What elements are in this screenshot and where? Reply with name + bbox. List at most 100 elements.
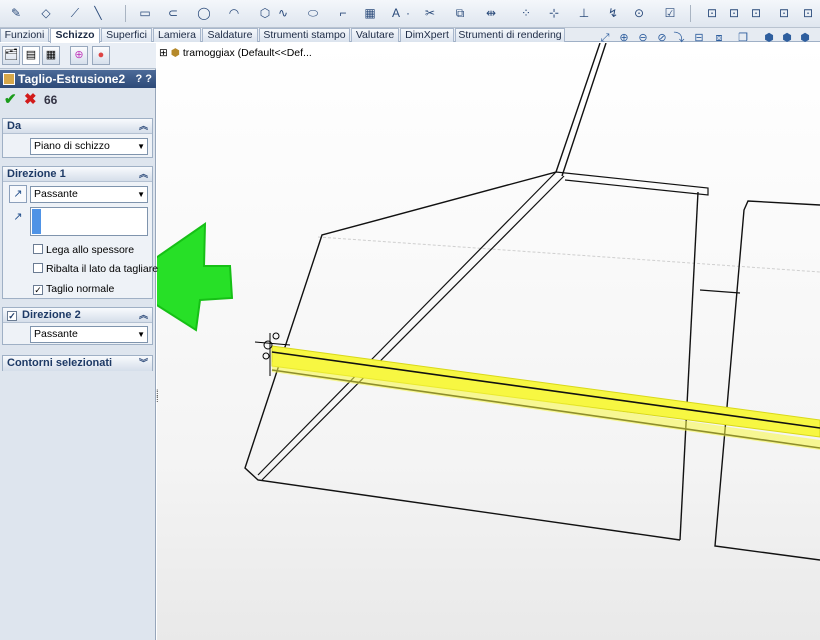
part-name: tramoggiax (Default<<Def...: [182, 47, 312, 59]
contorni-header[interactable]: Contorni selezionati ︾: [3, 356, 152, 371]
tab-lamiera[interactable]: Lamiera: [153, 28, 201, 42]
shaded-sketch-icon[interactable]: ⊡: [726, 5, 742, 21]
direzione1-header[interactable]: Direzione 1 ︽: [3, 167, 152, 182]
selection-indicator: [32, 209, 41, 234]
circle-icon[interactable]: ◯: [196, 5, 212, 21]
render-icon[interactable]: ⬢: [798, 31, 812, 45]
help-icon[interactable]: ? ?: [136, 70, 153, 88]
part-icon: ⬢: [170, 47, 180, 59]
scene-icon[interactable]: ⬢: [762, 31, 776, 45]
da-header[interactable]: Da ︽: [3, 119, 152, 134]
arc-icon[interactable]: ◠: [226, 5, 242, 21]
quick-snaps-icon[interactable]: ⊙: [631, 5, 647, 21]
rapid-sketch-icon[interactable]: ☑: [662, 5, 678, 21]
dimxpert-tab-icon[interactable]: ⊕: [70, 46, 88, 65]
view-icon[interactable]: ⊡: [748, 5, 764, 21]
da-group: Da ︽ Piano di schizzo ▼: [2, 118, 153, 158]
tab-superfici[interactable]: Superfici: [101, 28, 152, 42]
slot-icon[interactable]: ⊂: [165, 5, 181, 21]
rectangle-icon[interactable]: ▭: [137, 5, 153, 21]
display-manager-tab-icon[interactable]: ●: [92, 46, 110, 65]
section-view-icon[interactable]: ⊘: [655, 31, 669, 45]
trim-icon[interactable]: ✂: [422, 5, 438, 21]
ellipse-icon[interactable]: ⬭: [305, 5, 321, 21]
green-arrow: [157, 222, 234, 332]
spline-icon[interactable]: ∿: [275, 5, 291, 21]
smart-dimension-icon[interactable]: ◇: [38, 5, 54, 21]
contorni-title: Contorni selezionati: [7, 357, 113, 369]
polygon-icon[interactable]: ⬡: [257, 5, 273, 21]
instant-3d-icon[interactable]: ⊡: [704, 5, 720, 21]
line-icon[interactable]: ⟋: [67, 5, 83, 21]
dropdown-arrow-icon: ▼: [137, 330, 145, 339]
repair-icon[interactable]: ↯: [605, 5, 621, 21]
sketch-toolbar: ✎ ◇ ⟋ ╲ ▭ ⊂ ◯ ◠ ⬡ ∿ ⬭ ⌐ ▦ A · ✂ ⧉ ⇹ ⁘ ⊹ …: [0, 0, 820, 28]
tab-valutare[interactable]: Valutare: [351, 28, 399, 42]
ribalta-lato-label: Ribalta il lato da tagliare: [46, 263, 159, 275]
expand-icon[interactable]: ⊞: [159, 47, 168, 59]
expand-icon[interactable]: ︾: [139, 356, 148, 370]
tab-funzioni[interactable]: Funzioni: [0, 28, 49, 42]
panel-resize-handle[interactable]: ⁞ ⁞: [156, 389, 161, 412]
tab-schizzo[interactable]: Schizzo: [50, 28, 100, 43]
direzione2-checkbox[interactable]: ✓: [7, 311, 17, 321]
preview-icon[interactable]: 66: [44, 91, 57, 109]
graphics-area[interactable]: ⊞ ⬢ tramoggiax (Default<<Def...: [157, 43, 820, 640]
dropdown-arrow-icon: ▼: [137, 142, 145, 151]
fillet-icon[interactable]: ⌐: [335, 5, 351, 21]
ribalta-lato-checkbox-row[interactable]: Ribalta il lato da tagliare: [33, 263, 158, 275]
taglio-normale-checkbox-row[interactable]: ✓ Taglio normale: [33, 283, 114, 295]
lega-spessore-checkbox[interactable]: [33, 244, 43, 254]
previous-view-icon[interactable]: ⊖: [636, 31, 650, 45]
feature-tree-root[interactable]: ⊞ ⬢ tramoggiax (Default<<Def...: [159, 47, 312, 59]
ribalta-lato-checkbox[interactable]: [33, 263, 43, 273]
edit-appearance-icon[interactable]: ❒: [736, 31, 750, 45]
property-manager-tab-icon[interactable]: ▤: [22, 46, 40, 65]
sketch-icon[interactable]: ✎: [8, 5, 24, 21]
dropdown-arrow-icon: ▼: [137, 190, 145, 199]
tab-dimxpert[interactable]: DimXpert: [400, 28, 454, 42]
da-value: Piano di schizzo: [34, 140, 110, 152]
zoom-fit-icon[interactable]: ⤢: [598, 31, 612, 45]
relations-icon[interactable]: ⊥: [576, 5, 592, 21]
cancel-button[interactable]: ✖: [24, 91, 37, 109]
direction-vector-icon: ↗: [13, 211, 23, 223]
hide-show-icon[interactable]: ⧈: [712, 31, 726, 45]
feature-manager-tab-icon[interactable]: 🗂: [2, 46, 20, 65]
tab-strumenti-rendering[interactable]: Strumenti di rendering: [455, 28, 565, 42]
centerline-icon[interactable]: ╲: [90, 5, 106, 21]
direction-selection-box[interactable]: [30, 207, 148, 236]
view-orientation-icon[interactable]: ⤵: [672, 31, 686, 45]
direzione2-header[interactable]: ✓ Direzione 2 ︽: [3, 308, 152, 323]
feature-title: Taglio-Estrusione2: [18, 72, 126, 86]
tab-strumenti-stampo[interactable]: Strumenti stampo: [259, 28, 350, 42]
direzione1-type-select[interactable]: Passante ▼: [30, 186, 148, 203]
collapse-icon[interactable]: ︽: [139, 167, 148, 181]
reverse-direction-icon[interactable]: ↗: [9, 185, 27, 203]
display-style-icon[interactable]: ⊟: [692, 31, 706, 45]
offset-icon[interactable]: ⧉: [452, 5, 468, 21]
linear-pattern-icon[interactable]: ⁘: [518, 5, 534, 21]
da-select[interactable]: Piano di schizzo ▼: [30, 138, 148, 155]
taglio-normale-label: Taglio normale: [46, 283, 115, 295]
taglio-normale-checkbox[interactable]: ✓: [33, 285, 43, 295]
zoom-area-icon[interactable]: ⊕: [617, 31, 631, 45]
direzione2-type-select[interactable]: Passante ▼: [30, 326, 148, 343]
ok-button[interactable]: ✔: [4, 91, 17, 109]
plane-icon[interactable]: ▦: [362, 5, 378, 21]
collapse-icon[interactable]: ︽: [139, 119, 148, 133]
configuration-manager-tab-icon[interactable]: ▦: [42, 46, 60, 65]
cube-icon[interactable]: ⬢: [780, 31, 794, 45]
collapse-icon[interactable]: ︽: [139, 308, 148, 322]
lega-spessore-checkbox-row[interactable]: Lega allo spessore: [33, 244, 134, 256]
direzione2-group: ✓ Direzione 2 ︽ Passante ▼: [2, 307, 153, 345]
direzione1-group: Direzione 1 ︽ ↗ Passante ▼ ↗ Lega allo s…: [2, 166, 158, 299]
point-icon[interactable]: ·: [400, 5, 416, 21]
options-icon[interactable]: ⊡: [800, 5, 816, 21]
display-icon[interactable]: ⊡: [776, 5, 792, 21]
move-icon[interactable]: ⊹: [546, 5, 562, 21]
tab-saldature[interactable]: Saldature: [202, 28, 258, 42]
direzione1-type-value: Passante: [34, 188, 78, 200]
mirror-icon[interactable]: ⇹: [483, 5, 499, 21]
contorni-group: Contorni selezionati ︾: [2, 355, 153, 371]
